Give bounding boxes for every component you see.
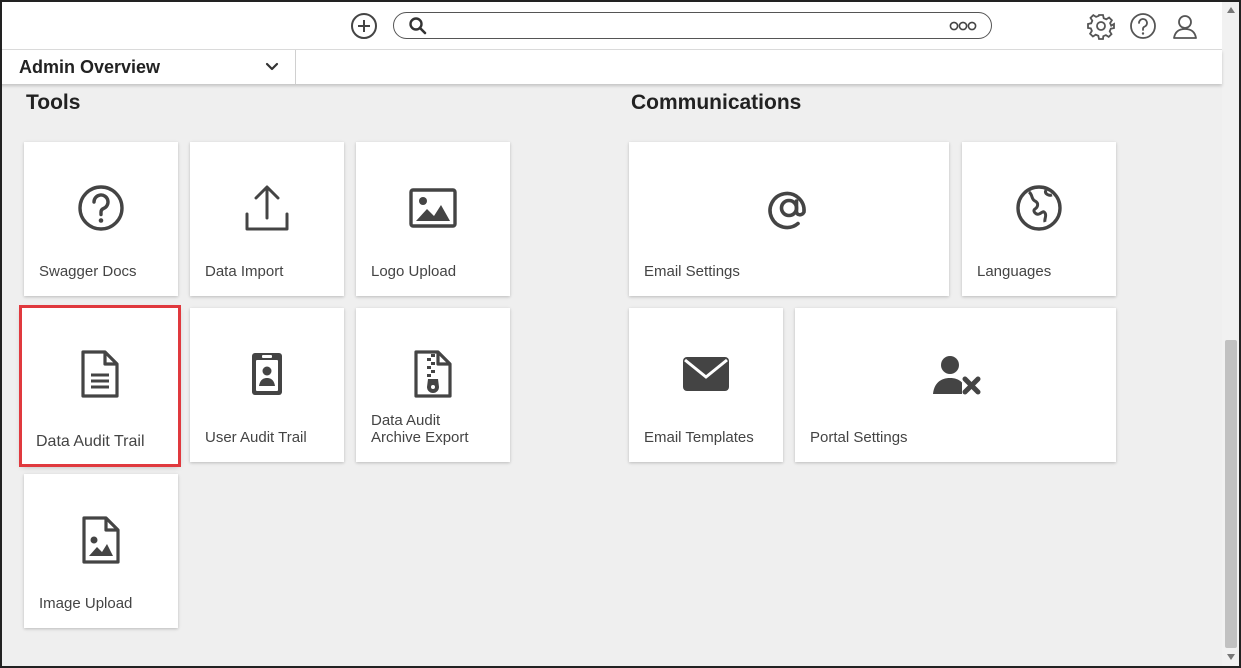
image-file-icon — [82, 516, 120, 564]
tile-portal-settings[interactable]: Portal Settings — [795, 308, 1116, 462]
section-title-communications: Communications — [631, 91, 802, 114]
tile-data-audit-archive-export[interactable]: Data Audit Archive Export — [356, 308, 510, 462]
tile-label: Email Settings — [644, 263, 740, 280]
upload-icon — [245, 185, 289, 231]
dashboard-label: Admin Overview — [19, 57, 161, 77]
tile-email-settings[interactable]: Email Settings — [629, 142, 949, 296]
plus-circle-icon[interactable] — [351, 13, 377, 39]
zip-file-icon — [414, 350, 452, 398]
tile-label: Data Audit Archive Export — [371, 412, 469, 446]
user-remove-icon — [932, 356, 980, 395]
tile-label: Email Templates — [644, 429, 754, 446]
tile-email-templates[interactable]: Email Templates — [629, 308, 783, 462]
chevron-down-icon — [265, 62, 279, 71]
id-badge-icon — [252, 353, 282, 395]
document-icon — [81, 350, 119, 398]
scroll-thumb[interactable] — [1225, 340, 1237, 648]
tile-label: Data Import — [205, 263, 284, 280]
more-options-icon[interactable] — [949, 18, 977, 34]
search-icon — [409, 17, 427, 35]
user-icon[interactable] — [1171, 12, 1199, 40]
tile-label: Data Audit Trail — [36, 433, 145, 450]
dashboard-bar: Admin Overview — [0, 50, 1222, 84]
tile-swagger-docs[interactable]: Swagger Docs — [24, 142, 178, 296]
tile-label: Image Upload — [39, 595, 133, 612]
question-circle-icon — [78, 185, 124, 231]
search-input[interactable] — [393, 12, 992, 39]
image-icon — [409, 188, 457, 228]
tile-data-import[interactable]: Data Import — [190, 142, 344, 296]
dashboard-dropdown[interactable]: Admin Overview — [0, 50, 296, 84]
scroll-down-arrow-icon[interactable] — [1227, 654, 1235, 660]
tile-label: Logo Upload — [371, 263, 457, 280]
envelope-icon — [683, 357, 729, 391]
tile-label: Languages — [977, 263, 1052, 280]
globe-icon — [1016, 185, 1062, 231]
tile-image-upload[interactable]: Image Upload — [24, 474, 178, 628]
help-icon[interactable] — [1129, 12, 1157, 40]
tile-user-audit-trail[interactable]: User Audit Trail — [190, 308, 344, 462]
tile-label: Portal Settings — [810, 429, 908, 446]
scroll-up-arrow-icon[interactable] — [1227, 7, 1235, 13]
section-title-tools: Tools — [26, 91, 81, 114]
tile-label: Swagger Docs — [39, 263, 137, 280]
gear-icon[interactable] — [1087, 12, 1115, 40]
scrollbar[interactable] — [1222, 0, 1241, 668]
tile-logo-upload[interactable]: Logo Upload — [356, 142, 510, 296]
tile-label: User Audit Trail — [205, 429, 307, 446]
at-sign-icon — [768, 191, 806, 230]
tile-languages[interactable]: Languages — [962, 142, 1116, 296]
top-bar — [0, 0, 1222, 50]
tile-data-audit-trail[interactable]: Data Audit Trail — [19, 305, 181, 467]
